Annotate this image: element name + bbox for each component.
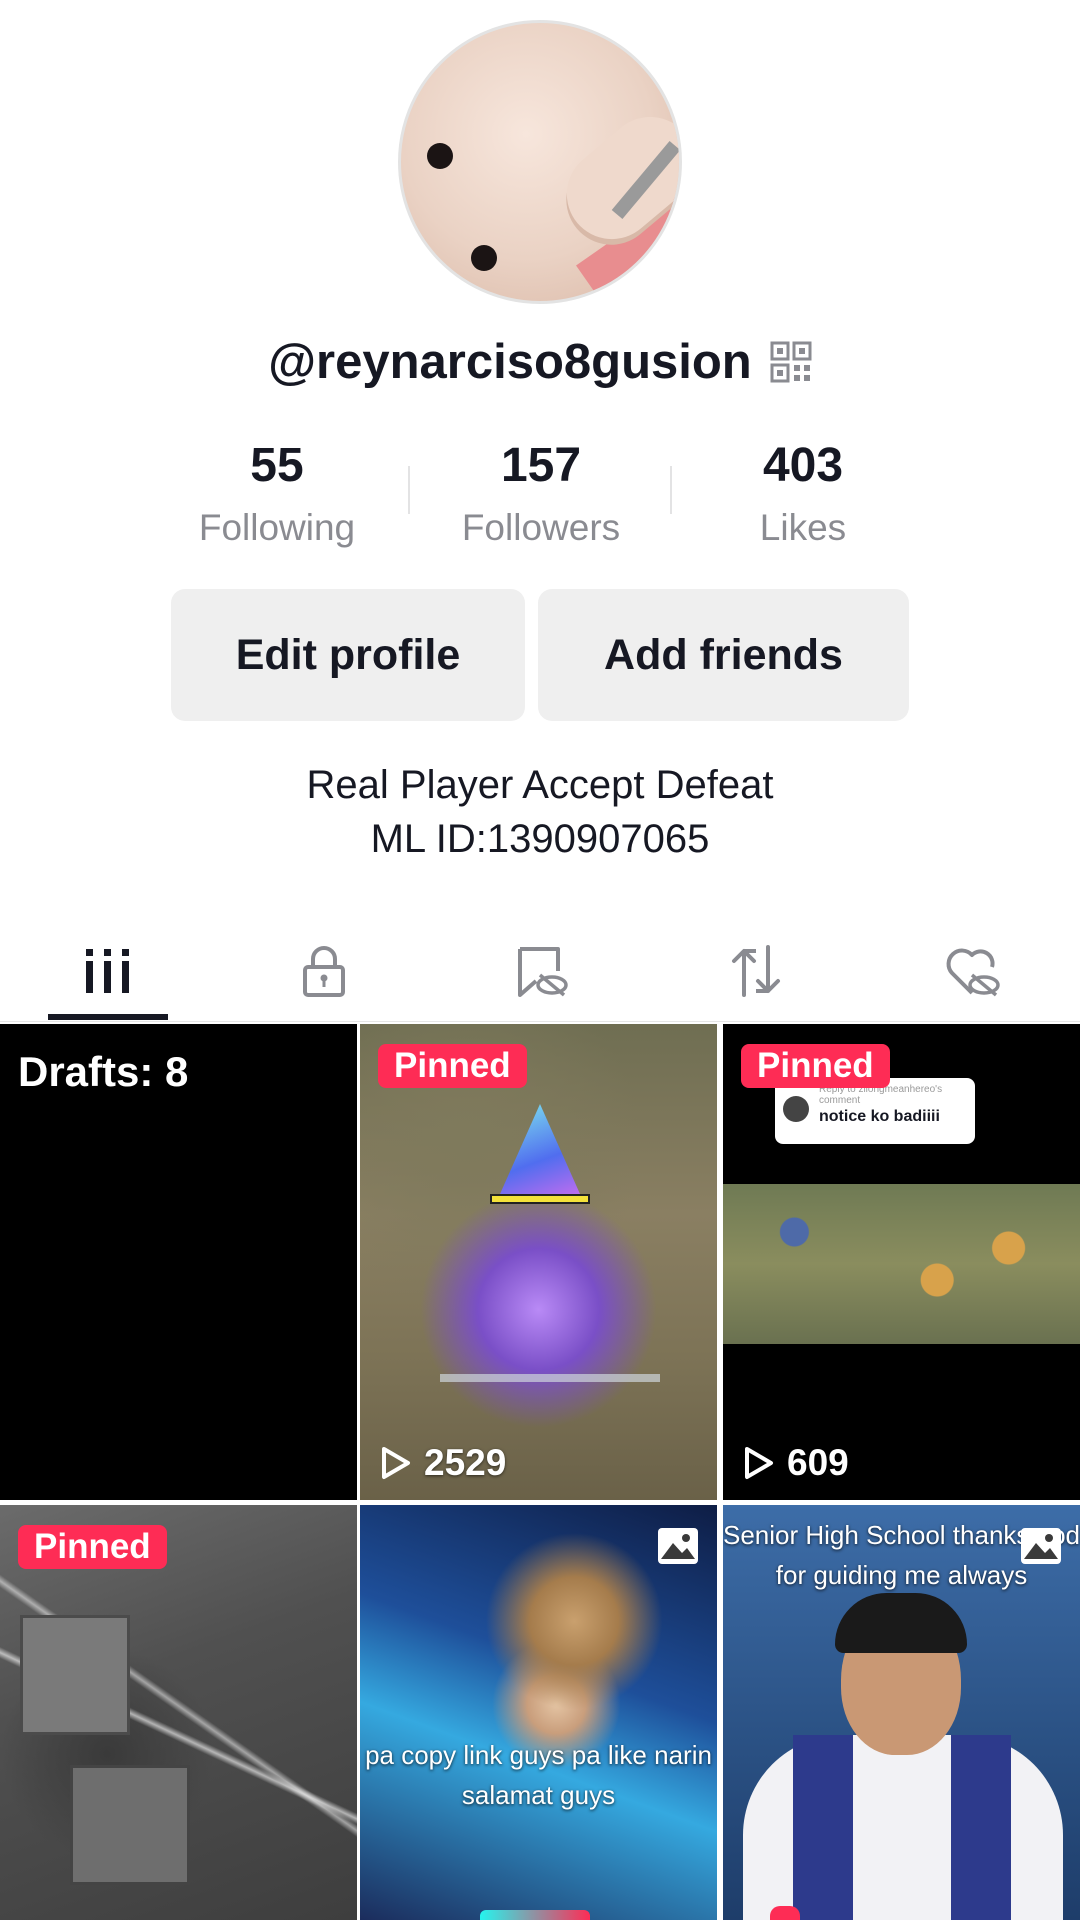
bookmark-hidden-icon <box>518 947 568 997</box>
active-tab-indicator <box>48 1014 168 1020</box>
username-row: @reynarciso8gusion <box>0 332 1080 392</box>
video-tile[interactable]: Pinned 2529 <box>360 1024 717 1500</box>
stat-likes[interactable]: 403 Likes <box>693 438 913 549</box>
content-tabs <box>0 920 1080 1022</box>
view-count: 609 <box>741 1442 849 1484</box>
pinned-badge: Pinned <box>18 1525 167 1569</box>
drafts-tile[interactable]: Drafts: 8 <box>0 1024 357 1500</box>
comment-text: notice ko badiiii <box>819 1108 940 1125</box>
bio-line: ML ID:1390907065 <box>370 817 710 861</box>
divider <box>670 466 672 514</box>
thumbnail-detail <box>440 1374 660 1382</box>
avatar[interactable] <box>398 20 682 304</box>
tab-private[interactable] <box>216 920 432 1022</box>
photo-icon <box>1021 1528 1061 1564</box>
stat-following[interactable]: 55 Following <box>167 438 387 549</box>
bio: Real Player Accept Defeat ML ID:13909070… <box>0 758 1080 866</box>
video-tile[interactable]: Reply to zilongmeanhereo's comment notic… <box>723 1024 1080 1500</box>
thumbnail-detail <box>70 1765 190 1885</box>
grid-icon <box>86 949 129 993</box>
pinned-badge: Pinned <box>741 1044 890 1088</box>
profile-page: @reynarciso8gusion 55 Following 157 Foll… <box>0 0 1080 1920</box>
video-tile[interactable]: Pinned <box>0 1505 357 1920</box>
play-icon <box>745 1447 773 1479</box>
thumbnail-detail <box>490 1194 590 1204</box>
tab-saved[interactable] <box>432 920 648 1022</box>
stat-value: 157 <box>500 439 582 492</box>
photo-tile[interactable]: pa copy link guys pa like narin salamat … <box>360 1505 717 1920</box>
avatar-detail <box>471 245 497 271</box>
tab-reposts[interactable] <box>648 920 864 1022</box>
stat-label: Followers <box>461 507 621 548</box>
thumbnail-detail <box>20 1615 130 1735</box>
tab-liked[interactable] <box>864 920 1080 1022</box>
stat-value: 55 <box>250 439 304 492</box>
profile-stats: 55 Following 157 Followers 403 Likes <box>0 438 1080 548</box>
thumbnail-detail <box>793 1735 853 1920</box>
edit-profile-button[interactable]: Edit profile <box>171 589 525 721</box>
video-thumbnail <box>723 1184 1080 1344</box>
view-count-value: 2529 <box>424 1442 507 1483</box>
thumbnail-detail <box>835 1593 967 1653</box>
photo-thumbnail: Senior High School thanks god for guidin… <box>723 1505 1080 1920</box>
avatar-detail <box>427 143 453 169</box>
view-count-value: 609 <box>787 1442 849 1483</box>
lock-icon <box>303 946 345 997</box>
stat-label: Likes <box>759 507 847 548</box>
stat-followers[interactable]: 157 Followers <box>431 438 651 549</box>
photo-thumbnail: pa copy link guys pa like narin salamat … <box>360 1505 717 1920</box>
commenter-avatar <box>783 1096 809 1122</box>
add-friends-button[interactable]: Add friends <box>538 589 909 721</box>
thumbnail-detail <box>743 1735 1063 1920</box>
bio-line: Real Player Accept Defeat <box>306 763 774 807</box>
thumbnail-detail <box>500 1104 580 1194</box>
stat-label: Following <box>198 507 356 548</box>
divider <box>408 466 410 514</box>
pinned-badge: Pinned <box>378 1044 527 1088</box>
username: @reynarciso8gusion <box>268 335 752 389</box>
video-thumbnail <box>360 1024 717 1500</box>
create-button-edge[interactable] <box>480 1910 590 1920</box>
stat-value: 403 <box>762 439 844 492</box>
tab-videos[interactable] <box>0 920 216 1022</box>
qr-code-icon[interactable] <box>770 341 812 383</box>
repost-icon <box>732 945 780 997</box>
view-count: 2529 <box>378 1442 506 1484</box>
photo-icon <box>658 1528 698 1564</box>
inbox-badge-edge <box>770 1906 800 1920</box>
play-icon <box>382 1447 410 1479</box>
drafts-label: Drafts: 8 <box>18 1048 189 1095</box>
thumbnail-detail <box>951 1735 1011 1920</box>
thumbnail-caption: pa copy link guys pa like narin salamat … <box>365 1740 712 1810</box>
heart-hidden-icon <box>946 948 1000 997</box>
photo-tile[interactable]: Senior High School thanks god for guidin… <box>723 1505 1080 1920</box>
